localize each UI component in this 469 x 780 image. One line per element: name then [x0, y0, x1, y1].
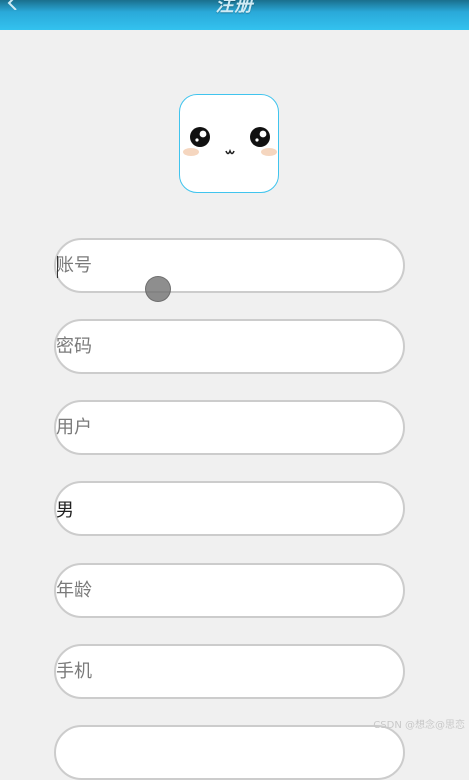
age-field[interactable] [54, 563, 405, 618]
kawaii-face-icon [183, 127, 277, 156]
title-bar: 注册 [0, 0, 469, 30]
gender-value: 男 [56, 499, 74, 521]
account-field[interactable] [54, 238, 405, 293]
avatar[interactable] [179, 94, 279, 193]
password-field[interactable] [54, 319, 405, 374]
age-input[interactable] [56, 565, 403, 616]
partial-field[interactable] [54, 725, 405, 780]
gender-field[interactable]: 男 [54, 481, 405, 536]
touch-indicator [145, 276, 171, 302]
phone-field[interactable] [54, 644, 405, 699]
text-caret [57, 256, 58, 278]
account-input[interactable] [56, 240, 403, 291]
phone-input[interactable] [56, 646, 403, 697]
page-title: 注册 [215, 0, 254, 16]
username-input[interactable] [56, 402, 403, 453]
username-field[interactable] [54, 400, 405, 455]
password-input[interactable] [56, 321, 403, 372]
watermark-text: CSDN @想念@思恋 [373, 720, 465, 731]
